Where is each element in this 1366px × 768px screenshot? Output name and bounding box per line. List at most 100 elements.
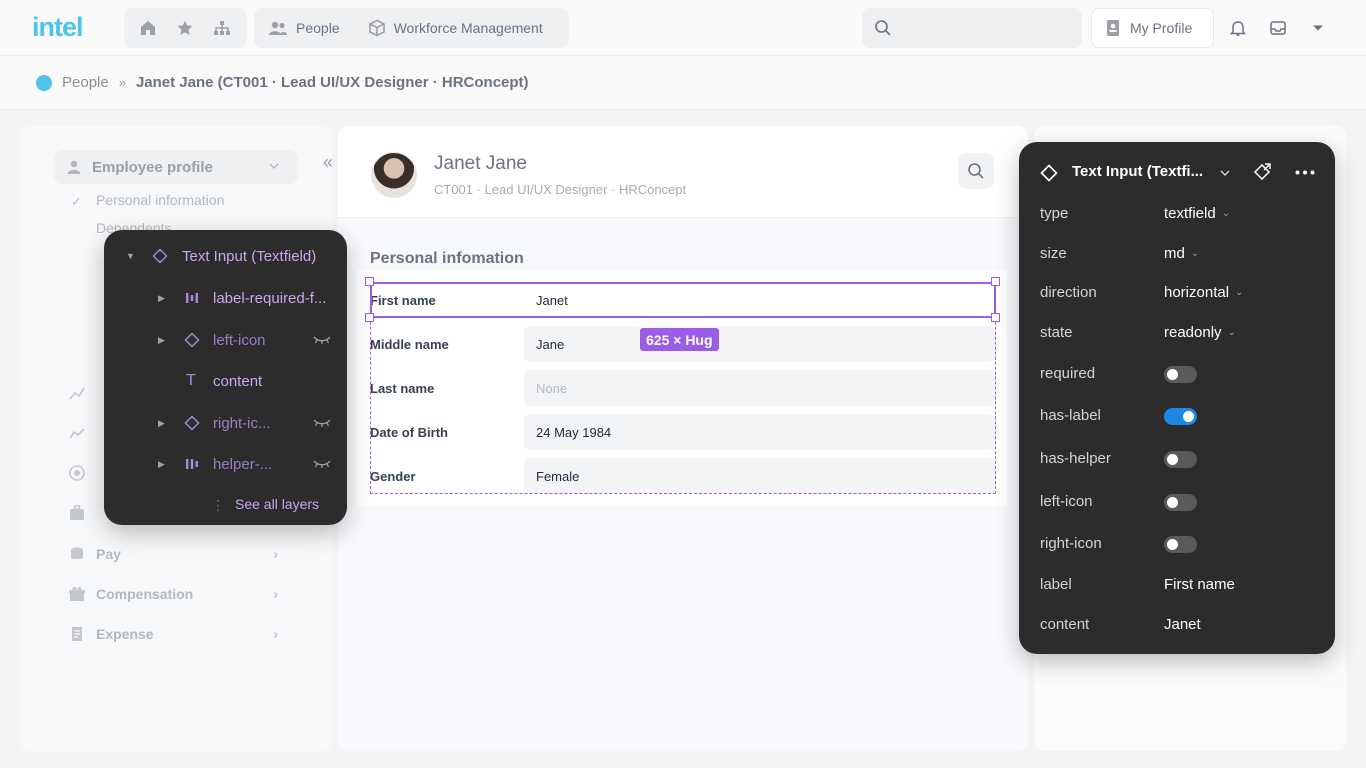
chevron-down-icon: ⌄	[1190, 248, 1200, 259]
caret-down-icon[interactable]: ▼	[126, 251, 136, 261]
bell-icon[interactable]	[1227, 17, 1249, 39]
cube-icon	[368, 19, 386, 37]
layer-item[interactable]: T content	[104, 367, 347, 395]
caret-right-icon[interactable]: ▶	[158, 459, 168, 470]
intel-logo[interactable]: intel	[32, 12, 84, 43]
left-icon-toggle[interactable]	[1164, 494, 1197, 511]
more-vertical-icon: ⋮	[211, 497, 225, 513]
caret-right-icon[interactable]: ▶	[158, 335, 168, 346]
sidebar-item-expense-label: Expense	[96, 626, 154, 642]
has-helper-toggle[interactable]	[1164, 451, 1197, 468]
right-icon-toggle[interactable]	[1164, 536, 1197, 553]
chevron-right-icon: ›	[273, 626, 278, 642]
prop-key: has-helper	[1040, 450, 1111, 467]
text-icon: T	[186, 372, 196, 389]
layer-label: Text Input (Textfield)	[182, 247, 317, 265]
prop-left-icon: left-icon	[1040, 490, 1320, 514]
module-tabs: People Workforce Management	[254, 8, 569, 48]
home-icon[interactable]	[137, 17, 159, 39]
component-icon	[184, 332, 200, 348]
resize-handle[interactable]	[991, 313, 1000, 322]
star-icon[interactable]	[174, 17, 196, 39]
resize-handle[interactable]	[991, 277, 1000, 286]
search-icon	[874, 19, 892, 37]
layer-item[interactable]: ▶ right-ic...	[104, 409, 347, 437]
section-title-personal: Personal infomation	[370, 250, 524, 267]
direction-select[interactable]: horizontal ⌄	[1164, 284, 1243, 301]
my-profile-button[interactable]: My Profile	[1091, 8, 1214, 48]
layer-label: label-required-f...	[213, 289, 327, 307]
resize-handle[interactable]	[365, 277, 374, 286]
coins-icon	[68, 545, 86, 563]
people-module-icon	[36, 74, 52, 91]
prop-key: state	[1040, 324, 1073, 341]
check-icon: ✓	[71, 194, 82, 209]
prop-value: textfield	[1164, 205, 1216, 222]
tab-people[interactable]: People	[254, 8, 354, 48]
global-search[interactable]	[862, 8, 1082, 48]
chevron-down-icon: ⌄	[1235, 287, 1244, 298]
sidebar-item-expense[interactable]: Expense ›	[68, 622, 278, 646]
eye-closed-icon[interactable]	[312, 459, 332, 469]
caret-down-icon[interactable]	[1307, 17, 1329, 39]
caret-right-icon[interactable]: ▶	[158, 293, 168, 304]
eye-closed-icon[interactable]	[312, 418, 332, 428]
eye-closed-icon[interactable]	[312, 335, 332, 345]
type-select[interactable]: textfield ⌄	[1164, 205, 1230, 222]
see-all-layers-link[interactable]: See all layers	[235, 496, 319, 512]
resize-handle[interactable]	[365, 313, 374, 322]
prop-key: right-icon	[1040, 535, 1102, 552]
chevron-right-icon: ›	[273, 586, 278, 602]
employee-search-button[interactable]	[958, 153, 994, 189]
component-icon	[152, 248, 168, 264]
sidebar-item-pay[interactable]: Pay ›	[68, 542, 278, 566]
prop-key: type	[1040, 205, 1069, 222]
layer-item[interactable]: ▶ left-icon	[104, 326, 347, 354]
sidebar-item-personal-information[interactable]: Personal information	[96, 192, 224, 208]
layer-label: helper-...	[213, 455, 273, 473]
prop-key: required	[1040, 365, 1096, 382]
people-icon	[268, 20, 288, 36]
content-text-field[interactable]: Janet	[1164, 616, 1201, 633]
layer-item[interactable]: ▶ label-required-f...	[104, 284, 347, 312]
sidebar-item-compensation-label: Compensation	[96, 586, 194, 602]
selection-outline[interactable]	[370, 282, 996, 318]
sidebar-section-label: Employee profile	[92, 158, 213, 176]
prop-right-icon: right-icon	[1040, 532, 1320, 556]
sidebar-section-employee-profile[interactable]: Employee profile	[54, 150, 298, 184]
prop-key: has-label	[1040, 407, 1101, 424]
search-input[interactable]	[900, 20, 1070, 36]
sidebar-item-compensation[interactable]: Compensation ›	[68, 582, 278, 606]
component-icon	[1040, 164, 1058, 182]
chevron-down-icon: ⌄	[1221, 208, 1231, 219]
component-icon	[184, 415, 200, 431]
collapse-sidebar-icon[interactable]: «	[323, 152, 333, 173]
prop-required: required	[1040, 362, 1320, 386]
my-profile-label: My Profile	[1130, 20, 1193, 36]
employee-subtitle: CT001 · Lead UI/UX Designer · HRConcept	[434, 182, 687, 197]
layer-label: left-icon	[213, 331, 266, 349]
go-to-component-icon[interactable]	[1252, 162, 1272, 182]
required-toggle[interactable]	[1164, 366, 1197, 383]
inbox-icon[interactable]	[1267, 17, 1289, 39]
layer-item[interactable]: ▼ Text Input (Textfield)	[104, 242, 347, 270]
has-label-toggle[interactable]	[1164, 408, 1197, 425]
component-title[interactable]: Text Input (Textfi...	[1072, 163, 1203, 180]
layers-panel: ▼ Text Input (Textfield) ▶ label-require…	[104, 230, 347, 525]
label-text-field[interactable]: First name	[1164, 576, 1235, 593]
breadcrumb-current: Janet Jane (CT001 · Lead UI/UX Designer …	[135, 74, 529, 91]
size-select[interactable]: md ⌄	[1164, 245, 1199, 262]
tab-workforce-management[interactable]: Workforce Management	[354, 8, 557, 48]
more-options-icon[interactable]	[1295, 170, 1315, 175]
person-icon	[66, 159, 82, 175]
state-select[interactable]: readonly ⌄	[1164, 324, 1236, 341]
caret-right-icon[interactable]: ▶	[158, 418, 168, 429]
chevron-down-icon	[268, 159, 280, 176]
chevron-down-icon[interactable]	[1219, 167, 1231, 179]
layer-item[interactable]: ▶ helper-...	[104, 450, 347, 478]
org-chart-icon[interactable]	[211, 17, 233, 39]
prop-key: left-icon	[1040, 493, 1093, 510]
prop-value: md	[1164, 245, 1185, 262]
sidebar-item-pay-label: Pay	[96, 546, 121, 562]
breadcrumb-people[interactable]: People	[62, 74, 109, 91]
